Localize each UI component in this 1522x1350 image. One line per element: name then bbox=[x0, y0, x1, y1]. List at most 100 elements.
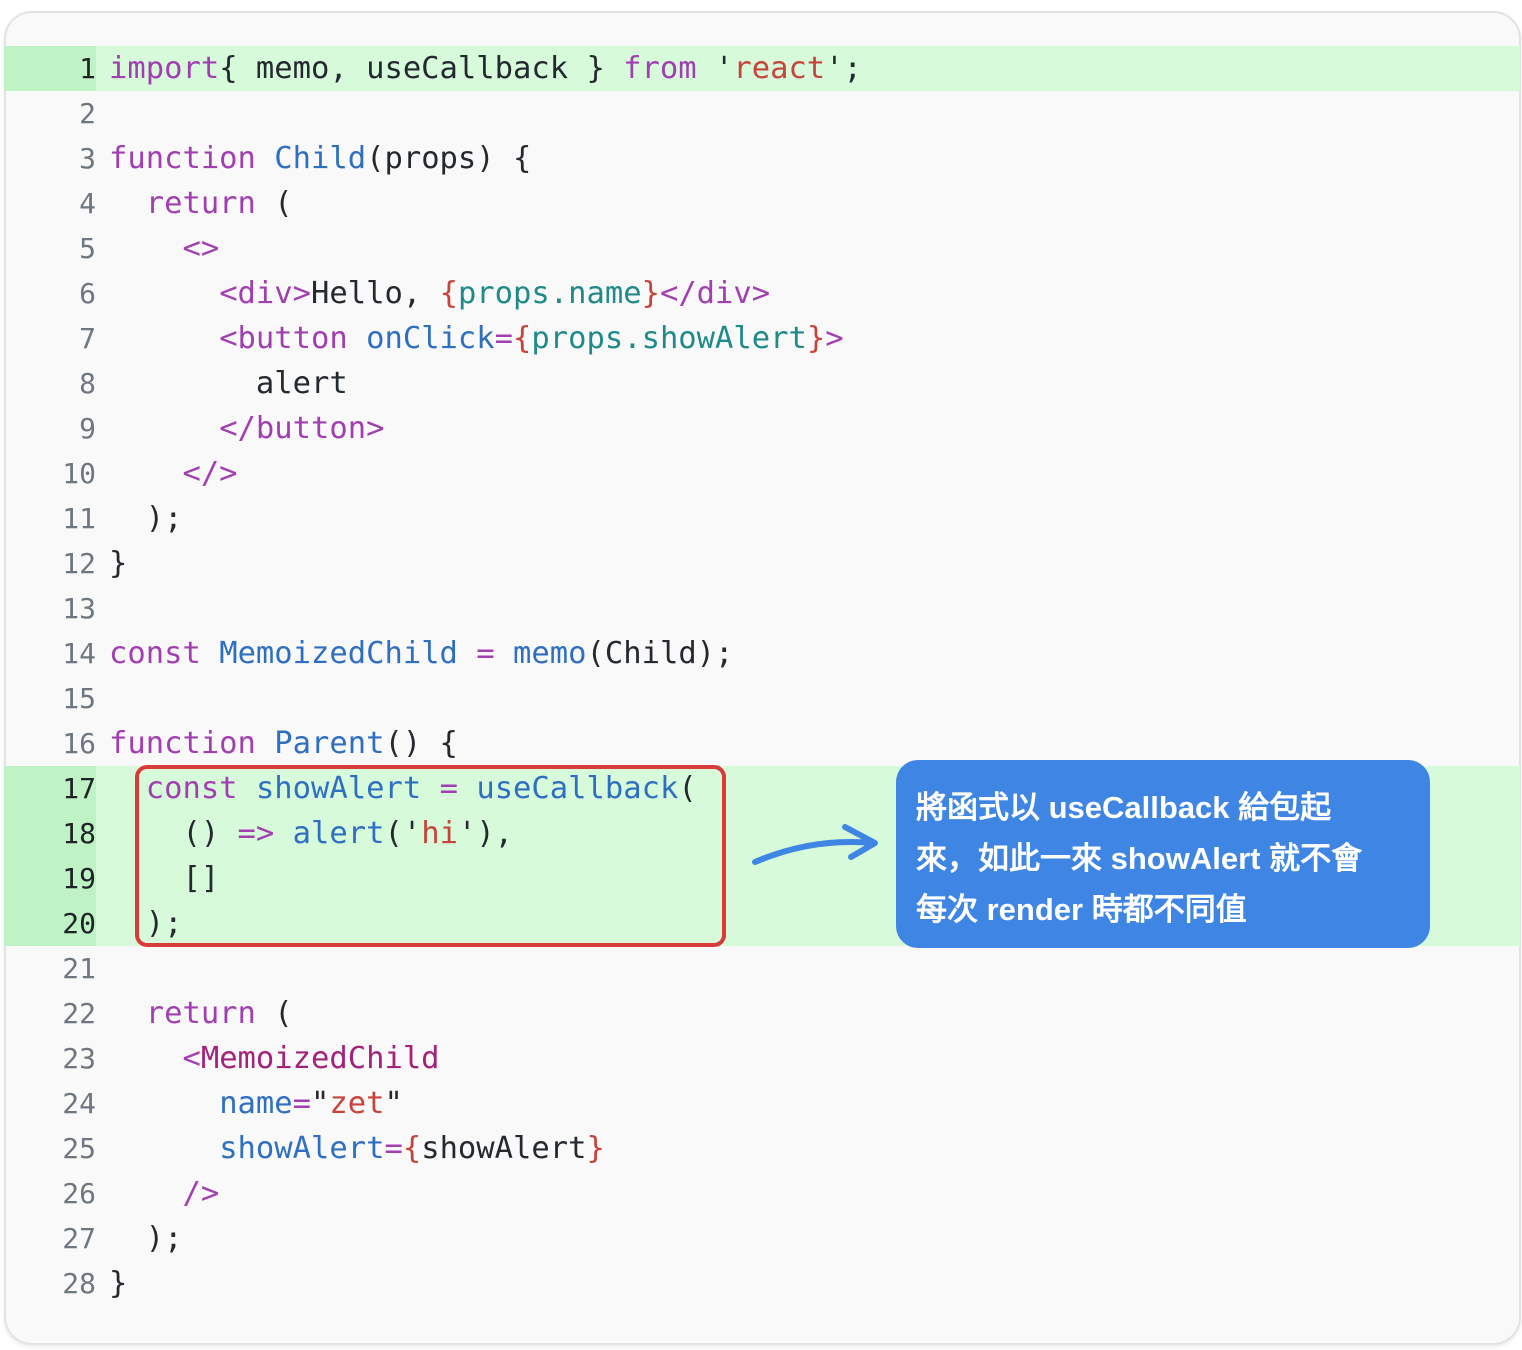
code-line: 13 bbox=[4, 586, 1520, 631]
code-token: zet bbox=[329, 1086, 385, 1121]
code-content: ); bbox=[109, 1216, 183, 1261]
code-line: 24 name="zet" bbox=[4, 1081, 1520, 1126]
code-token: function bbox=[109, 726, 256, 761]
line-number: 17 bbox=[4, 766, 96, 811]
code-line: 10 </> bbox=[4, 451, 1520, 496]
line-number: 19 bbox=[4, 856, 96, 901]
highlight-box bbox=[135, 765, 726, 947]
code-token: showAlert bbox=[219, 1131, 385, 1166]
code-content: alert bbox=[109, 361, 348, 406]
line-number-text: 4 bbox=[79, 187, 96, 220]
code-token: /> bbox=[182, 1176, 220, 1211]
line-number-text: 22 bbox=[62, 997, 96, 1030]
line-number-text: 10 bbox=[62, 457, 96, 490]
code-content: return ( bbox=[109, 181, 293, 226]
line-number: 24 bbox=[4, 1081, 96, 1126]
code-token: { bbox=[439, 276, 458, 311]
code-token: MemoizedChild bbox=[219, 636, 458, 671]
code-token: } bbox=[806, 321, 826, 356]
code-content: /> bbox=[109, 1171, 219, 1216]
code-token: </div> bbox=[659, 276, 771, 311]
line-number-text: 7 bbox=[79, 322, 96, 355]
code-token: ( bbox=[255, 996, 293, 1031]
line-number-text: 2 bbox=[79, 97, 96, 130]
line-number-text: 16 bbox=[62, 727, 96, 760]
code-content: <> bbox=[109, 226, 219, 271]
code-line: 7 <button onClick={props.showAlert}> bbox=[4, 316, 1520, 361]
code-token: props.showAlert bbox=[531, 321, 807, 356]
code-line: 3 function Child(props) { bbox=[4, 136, 1520, 181]
code-token: MemoizedChild bbox=[200, 1041, 440, 1076]
line-number: 11 bbox=[4, 496, 96, 541]
code-token: <div> bbox=[219, 276, 312, 311]
code-token: > bbox=[825, 321, 844, 356]
code-token: " bbox=[311, 1086, 330, 1121]
code-token: <> bbox=[182, 231, 220, 266]
code-token: alert bbox=[109, 366, 348, 401]
line-number: 28 bbox=[4, 1261, 96, 1306]
line-number-text: 9 bbox=[79, 412, 96, 445]
code-line: 14 const MemoizedChild = memo(Child); bbox=[4, 631, 1520, 676]
line-number: 16 bbox=[4, 721, 96, 766]
line-number: 20 bbox=[4, 901, 96, 946]
line-number: 5 bbox=[4, 226, 96, 271]
line-number: 1 bbox=[4, 46, 96, 91]
code-token: { memo, useCallback } bbox=[219, 51, 624, 86]
code-content: ); bbox=[109, 496, 183, 541]
code-token: ' bbox=[696, 51, 734, 86]
code-token: (props) { bbox=[366, 141, 532, 176]
code-line: 15 bbox=[4, 676, 1520, 721]
line-number: 9 bbox=[4, 406, 96, 451]
code-token: Hello, bbox=[311, 276, 440, 311]
line-number: 23 bbox=[4, 1036, 96, 1081]
code-token: { bbox=[402, 1131, 422, 1166]
arrow-icon bbox=[752, 824, 878, 865]
line-number-text: 1 bbox=[79, 52, 96, 85]
line-number: 2 bbox=[4, 91, 96, 136]
line-number: 7 bbox=[4, 316, 96, 361]
code-token: '; bbox=[825, 51, 862, 86]
code-token: Parent bbox=[274, 726, 385, 761]
code-token: </> bbox=[182, 456, 238, 491]
line-number: 18 bbox=[4, 811, 96, 856]
line-number-text: 13 bbox=[62, 592, 96, 625]
line-number: 14 bbox=[4, 631, 96, 676]
code-line: 12} bbox=[4, 541, 1520, 586]
line-number: 22 bbox=[4, 991, 96, 1036]
code-token: = bbox=[476, 636, 495, 671]
code-line: 2 bbox=[4, 91, 1520, 136]
code-token: = bbox=[292, 1086, 312, 1121]
code-content: </button> bbox=[109, 406, 384, 451]
line-number-text: 19 bbox=[62, 862, 96, 895]
code-token: props.name bbox=[457, 276, 642, 311]
line-number-text: 8 bbox=[79, 367, 96, 400]
code-token: { bbox=[513, 321, 532, 356]
line-number: 12 bbox=[4, 541, 96, 586]
line-number-text: 11 bbox=[62, 502, 96, 535]
code-token: onClick bbox=[366, 321, 495, 356]
code-token: } bbox=[586, 1131, 605, 1166]
code-line: 23 <MemoizedChild bbox=[4, 1036, 1520, 1081]
code-token: = bbox=[384, 1131, 403, 1166]
code-line: 5 <> bbox=[4, 226, 1520, 271]
callout-line-2: 來，如此一來 showAlert 就不會 bbox=[916, 841, 1363, 876]
line-number-text: 24 bbox=[62, 1087, 96, 1120]
code-line: 28} bbox=[4, 1261, 1520, 1306]
line-number: 13 bbox=[4, 586, 96, 631]
line-number: 6 bbox=[4, 271, 96, 316]
code-token: name bbox=[219, 1086, 293, 1121]
line-number: 10 bbox=[4, 451, 96, 496]
code-content: } bbox=[109, 1261, 127, 1306]
line-number: 8 bbox=[4, 361, 96, 406]
line-number-text: 3 bbox=[79, 142, 96, 175]
